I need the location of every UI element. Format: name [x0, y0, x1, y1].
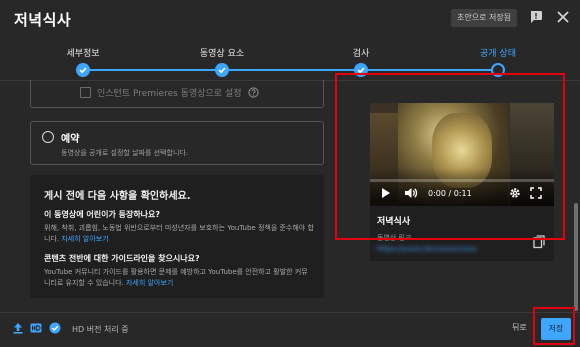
schedule-title: 예약 [61, 134, 80, 145]
learn-more-link-children[interactable]: 자세히 알아보기 [61, 235, 108, 243]
scrollbar-thumb[interactable] [574, 203, 578, 311]
schedule-description: 동영상을 공개로 설정할 날짜를 선택합니다. [61, 149, 189, 157]
hd-icon [30, 323, 42, 333]
step-video-elements[interactable]: 동영상 요소 [200, 46, 244, 59]
highlight-frame-save [533, 307, 575, 345]
dialog-header: 저녁식사 초안으로 저장됨 [0, 0, 580, 38]
schedule-radio[interactable] [42, 131, 54, 143]
children-question-title: 이 동영상에 어린이가 등장하나요? [44, 210, 161, 219]
learn-more-link-guidelines[interactable]: 자세히 알아보기 [126, 279, 173, 287]
step-details[interactable]: 세부정보 [66, 46, 99, 59]
children-question-desc: 위해, 착취, 괴롭힘, 노동법 위반으로부터 미성년자를 보호하는 YouTu… [44, 223, 314, 245]
video-link[interactable]: https://youtu.be/xxxxxxxxxx [377, 245, 477, 253]
draft-saved-badge: 초안으로 저장됨 [451, 9, 518, 27]
step-checks[interactable]: 검사 [353, 46, 370, 59]
checklist-title: 게시 전에 다음 사항을 확인하세요. [44, 191, 191, 202]
processing-status: HD 버전 처리 중 [72, 325, 129, 334]
close-icon[interactable] [555, 9, 571, 25]
highlight-frame-preview [335, 73, 565, 240]
step-video-elements-check-icon[interactable] [215, 63, 229, 77]
guidelines-question-text: YouTube 커뮤니티 가이드를 활용하면 문제를 예방하고 YouTube를… [44, 268, 308, 287]
premiere-option: 인스턴트 Premieres 동영상으로 설정 [80, 86, 259, 99]
help-icon[interactable] [247, 87, 259, 98]
step-visibility[interactable]: 공개 상태 [480, 46, 516, 59]
upload-icon [13, 323, 23, 334]
dialog-title: 저녁식사 [14, 11, 72, 29]
premiere-label: 인스턴트 Premieres 동영상으로 설정 [97, 89, 242, 99]
back-button[interactable]: 뒤로 [512, 322, 527, 333]
premiere-checkbox[interactable] [80, 87, 91, 98]
check-circle-icon [49, 322, 61, 334]
footer-divider [0, 312, 580, 313]
step-details-check-icon[interactable] [76, 63, 90, 77]
stepper-progress-line [83, 69, 498, 71]
feedback-icon[interactable] [529, 10, 543, 24]
guidelines-question-desc: YouTube 커뮤니티 가이드를 활용하면 문제를 예방하고 YouTube를… [44, 267, 314, 289]
guidelines-question-title: 콘텐츠 전반에 대한 가이드라인을 찾으시나요? [44, 254, 200, 263]
